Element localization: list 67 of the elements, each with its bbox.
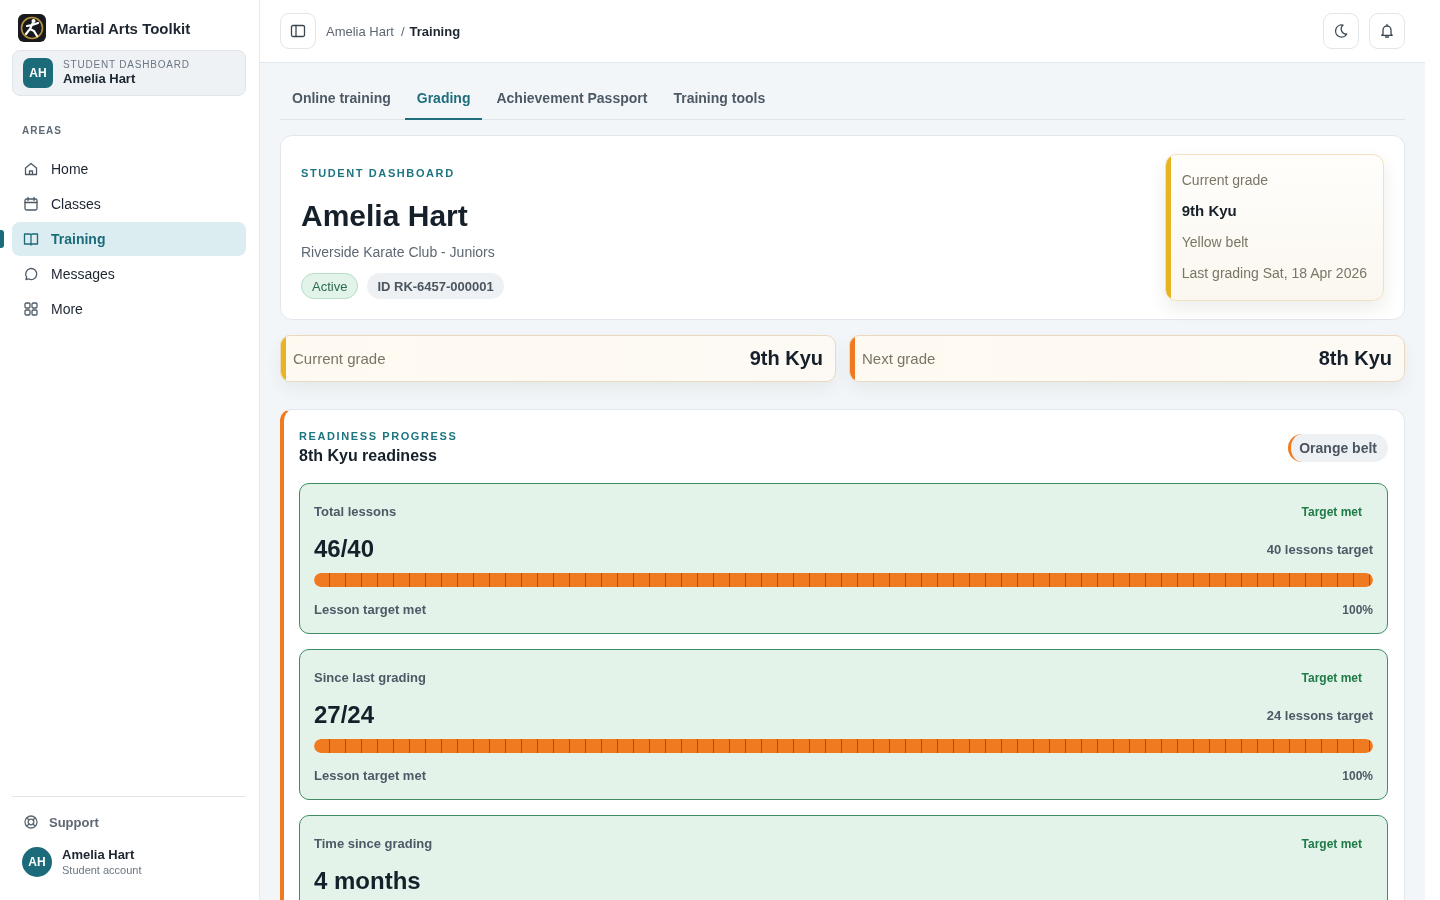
breadcrumb-current: Training — [409, 23, 461, 39]
metric-title: Total lessons — [314, 503, 397, 521]
metric-footer: Lesson target met — [314, 602, 426, 618]
card-eyebrow: STUDENT DASHBOARD — [301, 167, 455, 179]
switcher-name: Amelia Hart — [63, 71, 136, 87]
tab[interactable]: Grading — [404, 77, 483, 120]
profile-switcher[interactable]: AH STUDENT DASHBOARD Amelia Hart — [12, 50, 246, 96]
grade-summary-value: 8th Kyu — [1318, 347, 1392, 370]
avatar-initials: AH — [23, 58, 53, 88]
readiness-title: 8th Kyu readiness — [299, 446, 437, 466]
breadcrumb-link[interactable]: Amelia Hart — [326, 23, 394, 39]
club-name: Riverside Karate Club - Juniors — [301, 243, 495, 261]
account-avatar: AH — [22, 847, 52, 877]
nav-item[interactable]: More — [12, 292, 246, 326]
grade-panel-label: Current grade — [1181, 171, 1269, 189]
metric-status: Target met — [1301, 671, 1362, 685]
book-icon — [23, 231, 39, 247]
panel-icon — [290, 23, 306, 39]
status-badge: Active — [301, 273, 359, 299]
belt-badge: Orange belt — [1288, 434, 1388, 462]
grade-panel-last-grading: Last grading Sat, 18 Apr 2026 — [1181, 264, 1367, 282]
home-icon — [23, 161, 39, 177]
student-name: Amelia Hart — [301, 198, 468, 234]
account-role: Student account — [62, 863, 142, 878]
card-eyebrow: READINESS PROGRESS — [299, 430, 458, 442]
calendar-icon — [23, 196, 39, 212]
metric-footer: Lesson target met — [314, 768, 426, 784]
metric-title: Time since grading — [314, 835, 433, 853]
metric-percent: 100% — [1342, 603, 1373, 617]
sidebar-toggle-button[interactable] — [280, 13, 316, 49]
section-label: AREAS — [22, 125, 62, 137]
metric-target: 40 lessons target — [1266, 541, 1373, 557]
account-name: Amelia Hart — [62, 846, 135, 863]
tab[interactable]: Training tools — [661, 77, 778, 120]
nav-item[interactable]: Messages — [12, 257, 246, 291]
switcher-label: STUDENT DASHBOARD — [63, 59, 190, 71]
metric-status: Target met — [1301, 505, 1362, 519]
metric-value: 27/24 — [314, 702, 375, 728]
grade-panel-belt: Yellow belt — [1181, 233, 1249, 251]
metric-value: 46/40 — [314, 536, 375, 562]
metric-status: Target met — [1301, 837, 1362, 851]
breadcrumb-separator: / — [400, 23, 405, 39]
active-indicator — [0, 230, 4, 248]
student-id-badge: ID RK-6457-000001 — [367, 273, 504, 299]
grade-summary-value: 9th Kyu — [749, 347, 823, 370]
bell-icon — [1379, 23, 1395, 39]
nav-item[interactable]: Training — [12, 222, 246, 256]
nav-item[interactable]: Classes — [12, 187, 246, 221]
lifebuoy-icon — [23, 814, 39, 830]
tab[interactable]: Online training — [280, 77, 403, 120]
app-name: Martial Arts Toolkit — [56, 19, 191, 37]
grade-panel-grade: 9th Kyu — [1181, 202, 1237, 220]
grade-summary-label: Next grade — [862, 350, 936, 367]
metric-target: 24 lessons target — [1266, 707, 1373, 723]
grade-summary-label: Current grade — [293, 350, 386, 367]
nav-item[interactable]: Home — [12, 152, 246, 186]
grid-icon — [23, 301, 39, 317]
fighter-logo-icon — [18, 14, 46, 42]
metric-title: Since last grading — [314, 669, 426, 687]
chat-bubble-icon — [23, 266, 39, 282]
metric-value: 4 months — [314, 868, 421, 894]
tab[interactable]: Achievement Passport — [484, 77, 660, 120]
notifications-button[interactable] — [1369, 13, 1405, 49]
theme-toggle-button[interactable] — [1323, 13, 1359, 49]
support-link[interactable]: Support — [23, 810, 99, 834]
metric-percent: 100% — [1342, 769, 1373, 783]
moon-icon — [1333, 23, 1349, 39]
